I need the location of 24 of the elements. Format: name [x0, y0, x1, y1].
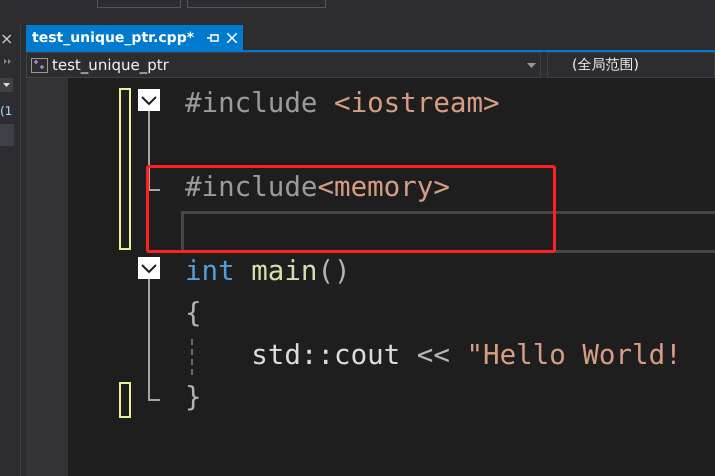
code-line: } [185, 381, 202, 413]
pin-icon[interactable] [207, 32, 219, 42]
toolbar-field[interactable] [97, 0, 181, 8]
chevron-icon [141, 96, 157, 104]
chevron-icon [141, 264, 157, 272]
document-tab[interactable]: test_unique_ptr.cpp* [26, 25, 243, 50]
side-label: (1 [0, 104, 12, 120]
caret-icon [3, 83, 10, 87]
close-icon[interactable] [227, 32, 237, 42]
project-dropdown[interactable]: test_unique_ptr [26, 52, 541, 78]
cpp-project-icon [31, 58, 48, 72]
code-line: { [185, 297, 202, 329]
toolbar-field[interactable] [187, 0, 326, 8]
dropdown-button[interactable] [0, 78, 13, 92]
scope-dropdown[interactable]: (全局范围) [547, 52, 715, 78]
collapse-toggle[interactable] [138, 89, 160, 111]
code-line: std::cout << "Hello World! [250, 339, 682, 371]
overflow-icon[interactable] [4, 59, 12, 64]
code-line: #include <iostream> [185, 87, 500, 119]
collapse-toggle[interactable] [138, 257, 160, 279]
code-line: int main() [185, 255, 351, 287]
caret-icon [527, 62, 536, 68]
close-button[interactable]: × [0, 31, 14, 47]
code-line: #include<memory> [185, 171, 450, 203]
